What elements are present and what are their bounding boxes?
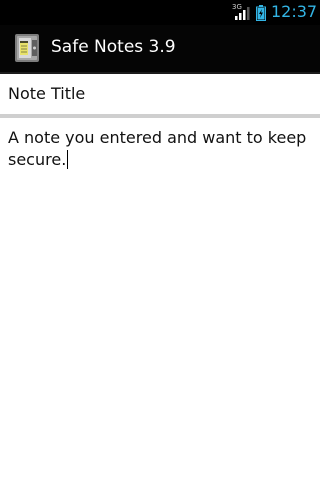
battery-charging-icon — [256, 5, 266, 21]
signal-bars-icon — [235, 7, 250, 20]
title-divider — [0, 114, 320, 118]
note-editor-screen: 3G 12:37 Safe Notes 3.9 Note Title A not… — [0, 0, 320, 480]
note-body-text: A note you entered and want to keep secu… — [8, 128, 307, 169]
status-clock: 12:37 — [271, 2, 318, 21]
app-title: Safe Notes 3.9 — [51, 37, 176, 57]
safe-notes-app-icon[interactable] — [12, 32, 44, 64]
note-body-input[interactable]: A note you entered and want to keep secu… — [8, 127, 312, 171]
text-cursor — [67, 150, 69, 169]
action-bar: Safe Notes 3.9 — [0, 25, 320, 74]
status-bar: 3G 12:37 — [0, 0, 320, 25]
note-title-field[interactable] — [0, 74, 320, 114]
note-title-input[interactable] — [8, 84, 308, 103]
